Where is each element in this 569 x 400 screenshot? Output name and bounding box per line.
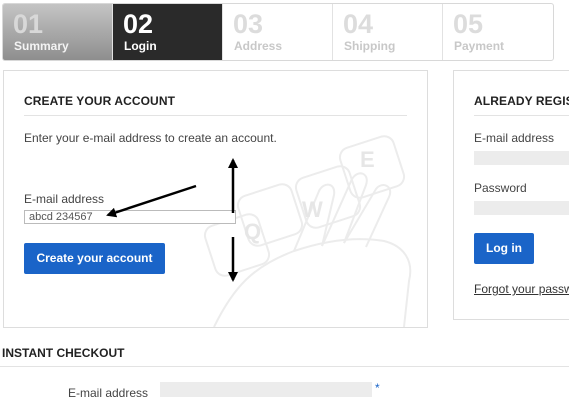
annotation-arrows (106, 158, 238, 282)
arrow-to-email-field (106, 184, 197, 218)
